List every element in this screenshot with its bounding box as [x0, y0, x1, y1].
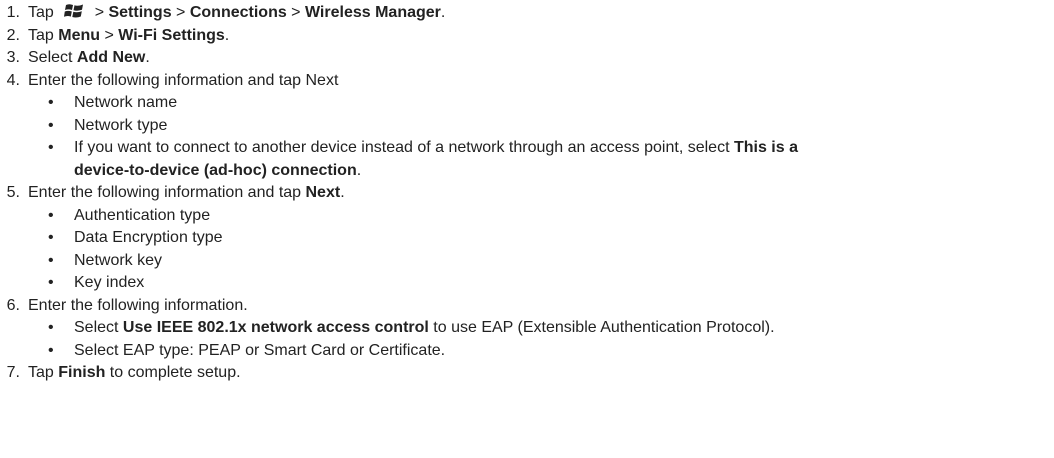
- step-number: 7.: [6, 364, 20, 381]
- ui-term: Add New: [76, 49, 146, 66]
- bullet-icon: •: [48, 319, 54, 336]
- text-run: Authentication type: [74, 206, 211, 224]
- step-number: 2.: [6, 26, 20, 44]
- windows-logo-pane: [65, 4, 74, 10]
- text-run: Enter the following information.: [28, 296, 248, 314]
- step-number: 6.: [6, 296, 20, 314]
- windows-start-icon: [64, 4, 84, 18]
- windows-logo-pane: [73, 4, 84, 11]
- instruction-list: 1. Tap > Settings > Connections > Wireles…: [0, 0, 1054, 458]
- text-run: Tap: [28, 364, 59, 381]
- bullet-text: Network type: [74, 115, 167, 137]
- step-text: Tap > Settings > Connections > Wireless …: [28, 2, 445, 24]
- text-run: Data Encryption type: [74, 229, 223, 246]
- text-run: >: [100, 26, 119, 44]
- step-number: 4.: [6, 71, 20, 89]
- windows-logo-pane: [64, 10, 73, 17]
- step-number: 5.: [6, 184, 20, 201]
- ui-term: Settings: [108, 4, 172, 21]
- ui-term: Menu: [58, 26, 101, 44]
- step-text: Enter the following information.: [28, 295, 248, 317]
- bullet-icon: •: [48, 229, 54, 246]
- text-run: Tap: [28, 4, 59, 21]
- step-text: Enter the following information and tap …: [28, 182, 345, 204]
- text-run: Tap: [28, 26, 59, 44]
- text-run: Network type: [74, 116, 168, 134]
- text-run: If you want to connect to another device…: [74, 139, 734, 156]
- text-run: .: [440, 4, 446, 21]
- text-run: Enter the following information and tap …: [28, 71, 339, 89]
- text-run: .: [224, 26, 230, 44]
- bullet-text: Network name: [74, 92, 177, 114]
- text-run: Select: [28, 49, 77, 66]
- text-run: .: [340, 184, 345, 201]
- bullet-text: If you want to connect to another device…: [74, 137, 798, 159]
- ui-term: This is a: [733, 139, 798, 156]
- text-run: Key index: [74, 274, 145, 291]
- bullet-icon: •: [48, 116, 54, 134]
- ui-term: Wireless Manager: [304, 4, 441, 21]
- ui-term: Finish: [58, 364, 106, 381]
- text-run: .: [145, 49, 150, 66]
- step-number: 3.: [6, 49, 20, 66]
- text-run: .: [356, 161, 362, 179]
- ui-term: Wi-Fi Settings: [118, 26, 225, 44]
- text-run: Enter the following information and tap: [28, 184, 306, 201]
- step-text: Enter the following information and tap …: [28, 70, 338, 92]
- text-run: >: [286, 4, 305, 21]
- bullet-icon: •: [48, 274, 54, 291]
- text-run: >: [171, 4, 190, 21]
- bullet-icon: •: [48, 139, 54, 156]
- windows-logo-pane: [72, 11, 83, 18]
- bullet-text: Select Use IEEE 802.1x network access co…: [74, 317, 775, 339]
- bullet-text: Authentication type: [74, 205, 210, 227]
- step-text: Select Add New.: [28, 47, 150, 69]
- bullet-icon: •: [48, 206, 54, 224]
- ui-term: Connections: [189, 4, 287, 21]
- step-text: Tap Menu > Wi-Fi Settings.: [28, 25, 229, 47]
- bullet-icon: •: [48, 341, 54, 359]
- continuation-text: device-to-device (ad-hoc) connection.: [74, 160, 361, 182]
- bullet-text: Network key: [74, 250, 162, 272]
- text-run: to use EAP (Extensible Authentication Pr…: [428, 319, 775, 336]
- ui-term: Use IEEE 802.1x network access control: [122, 319, 429, 336]
- text-run: Network name: [74, 94, 178, 111]
- bullet-text: Data Encryption type: [74, 227, 223, 249]
- ui-term: device-to-device (ad-hoc) connection: [74, 161, 357, 179]
- bullet-text: Key index: [74, 272, 144, 294]
- ui-term: Next: [305, 184, 341, 201]
- step-text: Tap Finish to complete setup.: [28, 362, 241, 384]
- bullet-icon: •: [48, 94, 54, 111]
- bullet-text: Select EAP type: PEAP or Smart Card or C…: [74, 340, 445, 362]
- text-run: Select EAP type: PEAP or Smart Card or C…: [74, 341, 446, 359]
- text-run: to complete setup.: [105, 364, 241, 381]
- text-run: Select: [74, 319, 123, 336]
- step-number: 1.: [6, 4, 20, 21]
- text-run: Network key: [74, 251, 163, 269]
- bullet-icon: •: [48, 251, 54, 269]
- text-run: >: [90, 4, 109, 21]
